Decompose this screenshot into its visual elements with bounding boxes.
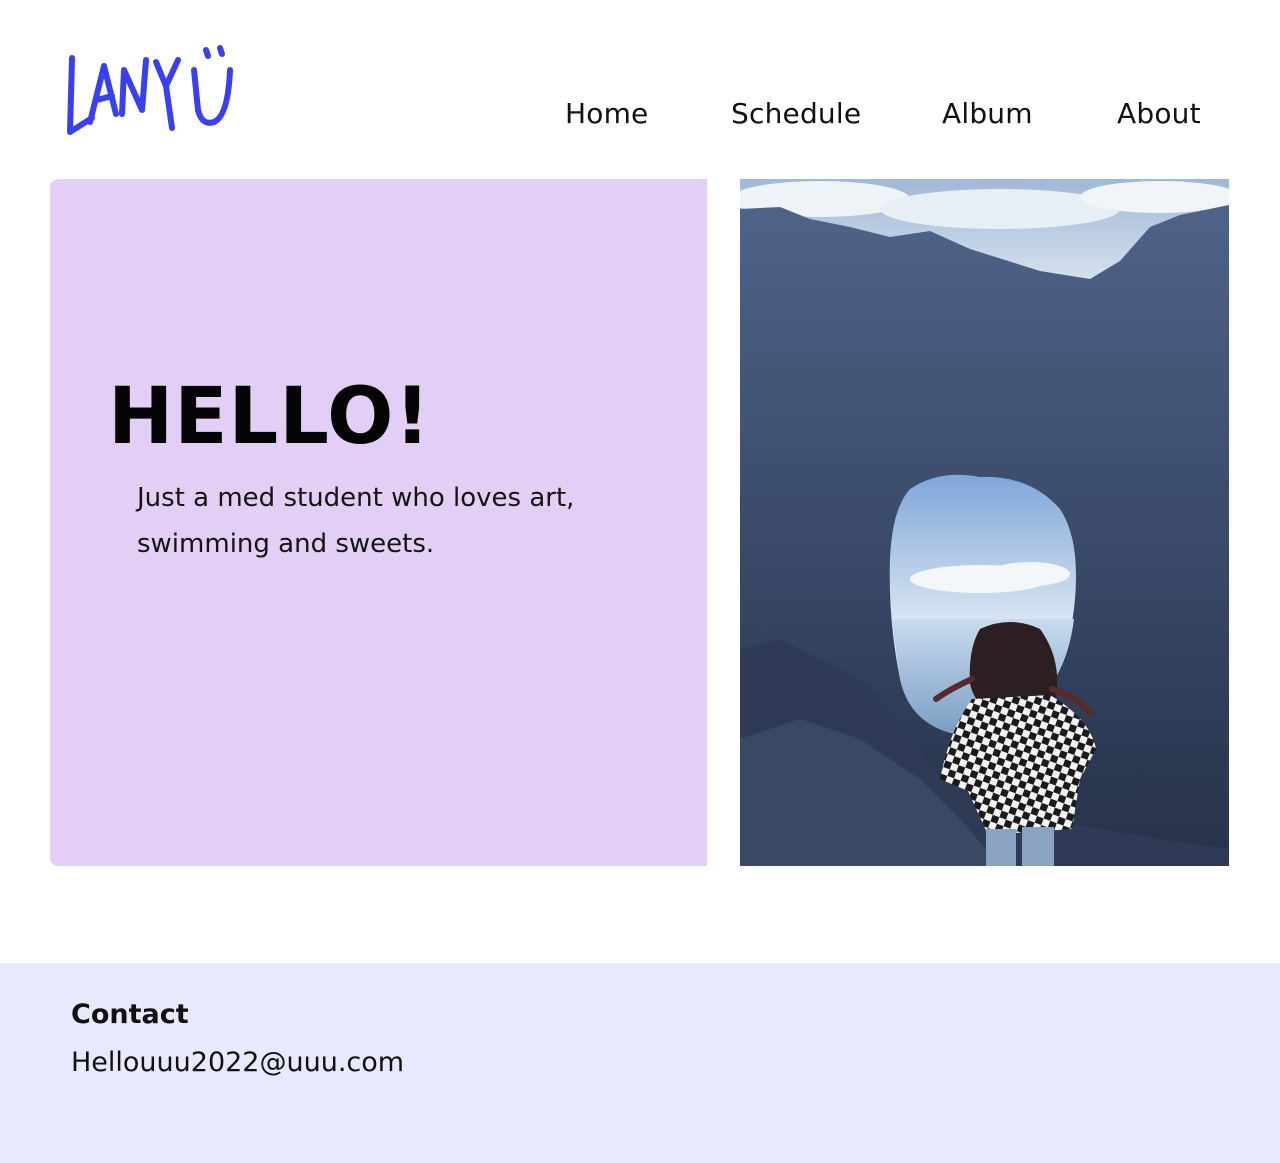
footer-contact-title: Contact	[71, 999, 189, 1030]
nav-about-link[interactable]: About	[1117, 94, 1201, 134]
nav-schedule-link[interactable]: Schedule	[731, 94, 861, 134]
hero-title: HELLO!	[108, 372, 432, 462]
photo-image-icon	[740, 179, 1229, 866]
footer: Contact Hellouuu2022@uuu.com	[0, 963, 1280, 1163]
hero-photo	[740, 179, 1229, 866]
page: Home Schedule Album About HELLO! Just a …	[0, 0, 1280, 1163]
nav-album-link[interactable]: Album	[942, 94, 1033, 134]
nav-home-link[interactable]: Home	[565, 94, 649, 134]
footer-email-link[interactable]: Hellouuu2022@uuu.com	[71, 1045, 404, 1081]
hero-card: HELLO! Just a med student who loves art,…	[50, 179, 707, 866]
main-nav: Home Schedule Album About	[0, 94, 1280, 134]
hero-description: Just a med student who loves art, swimmi…	[137, 483, 575, 559]
